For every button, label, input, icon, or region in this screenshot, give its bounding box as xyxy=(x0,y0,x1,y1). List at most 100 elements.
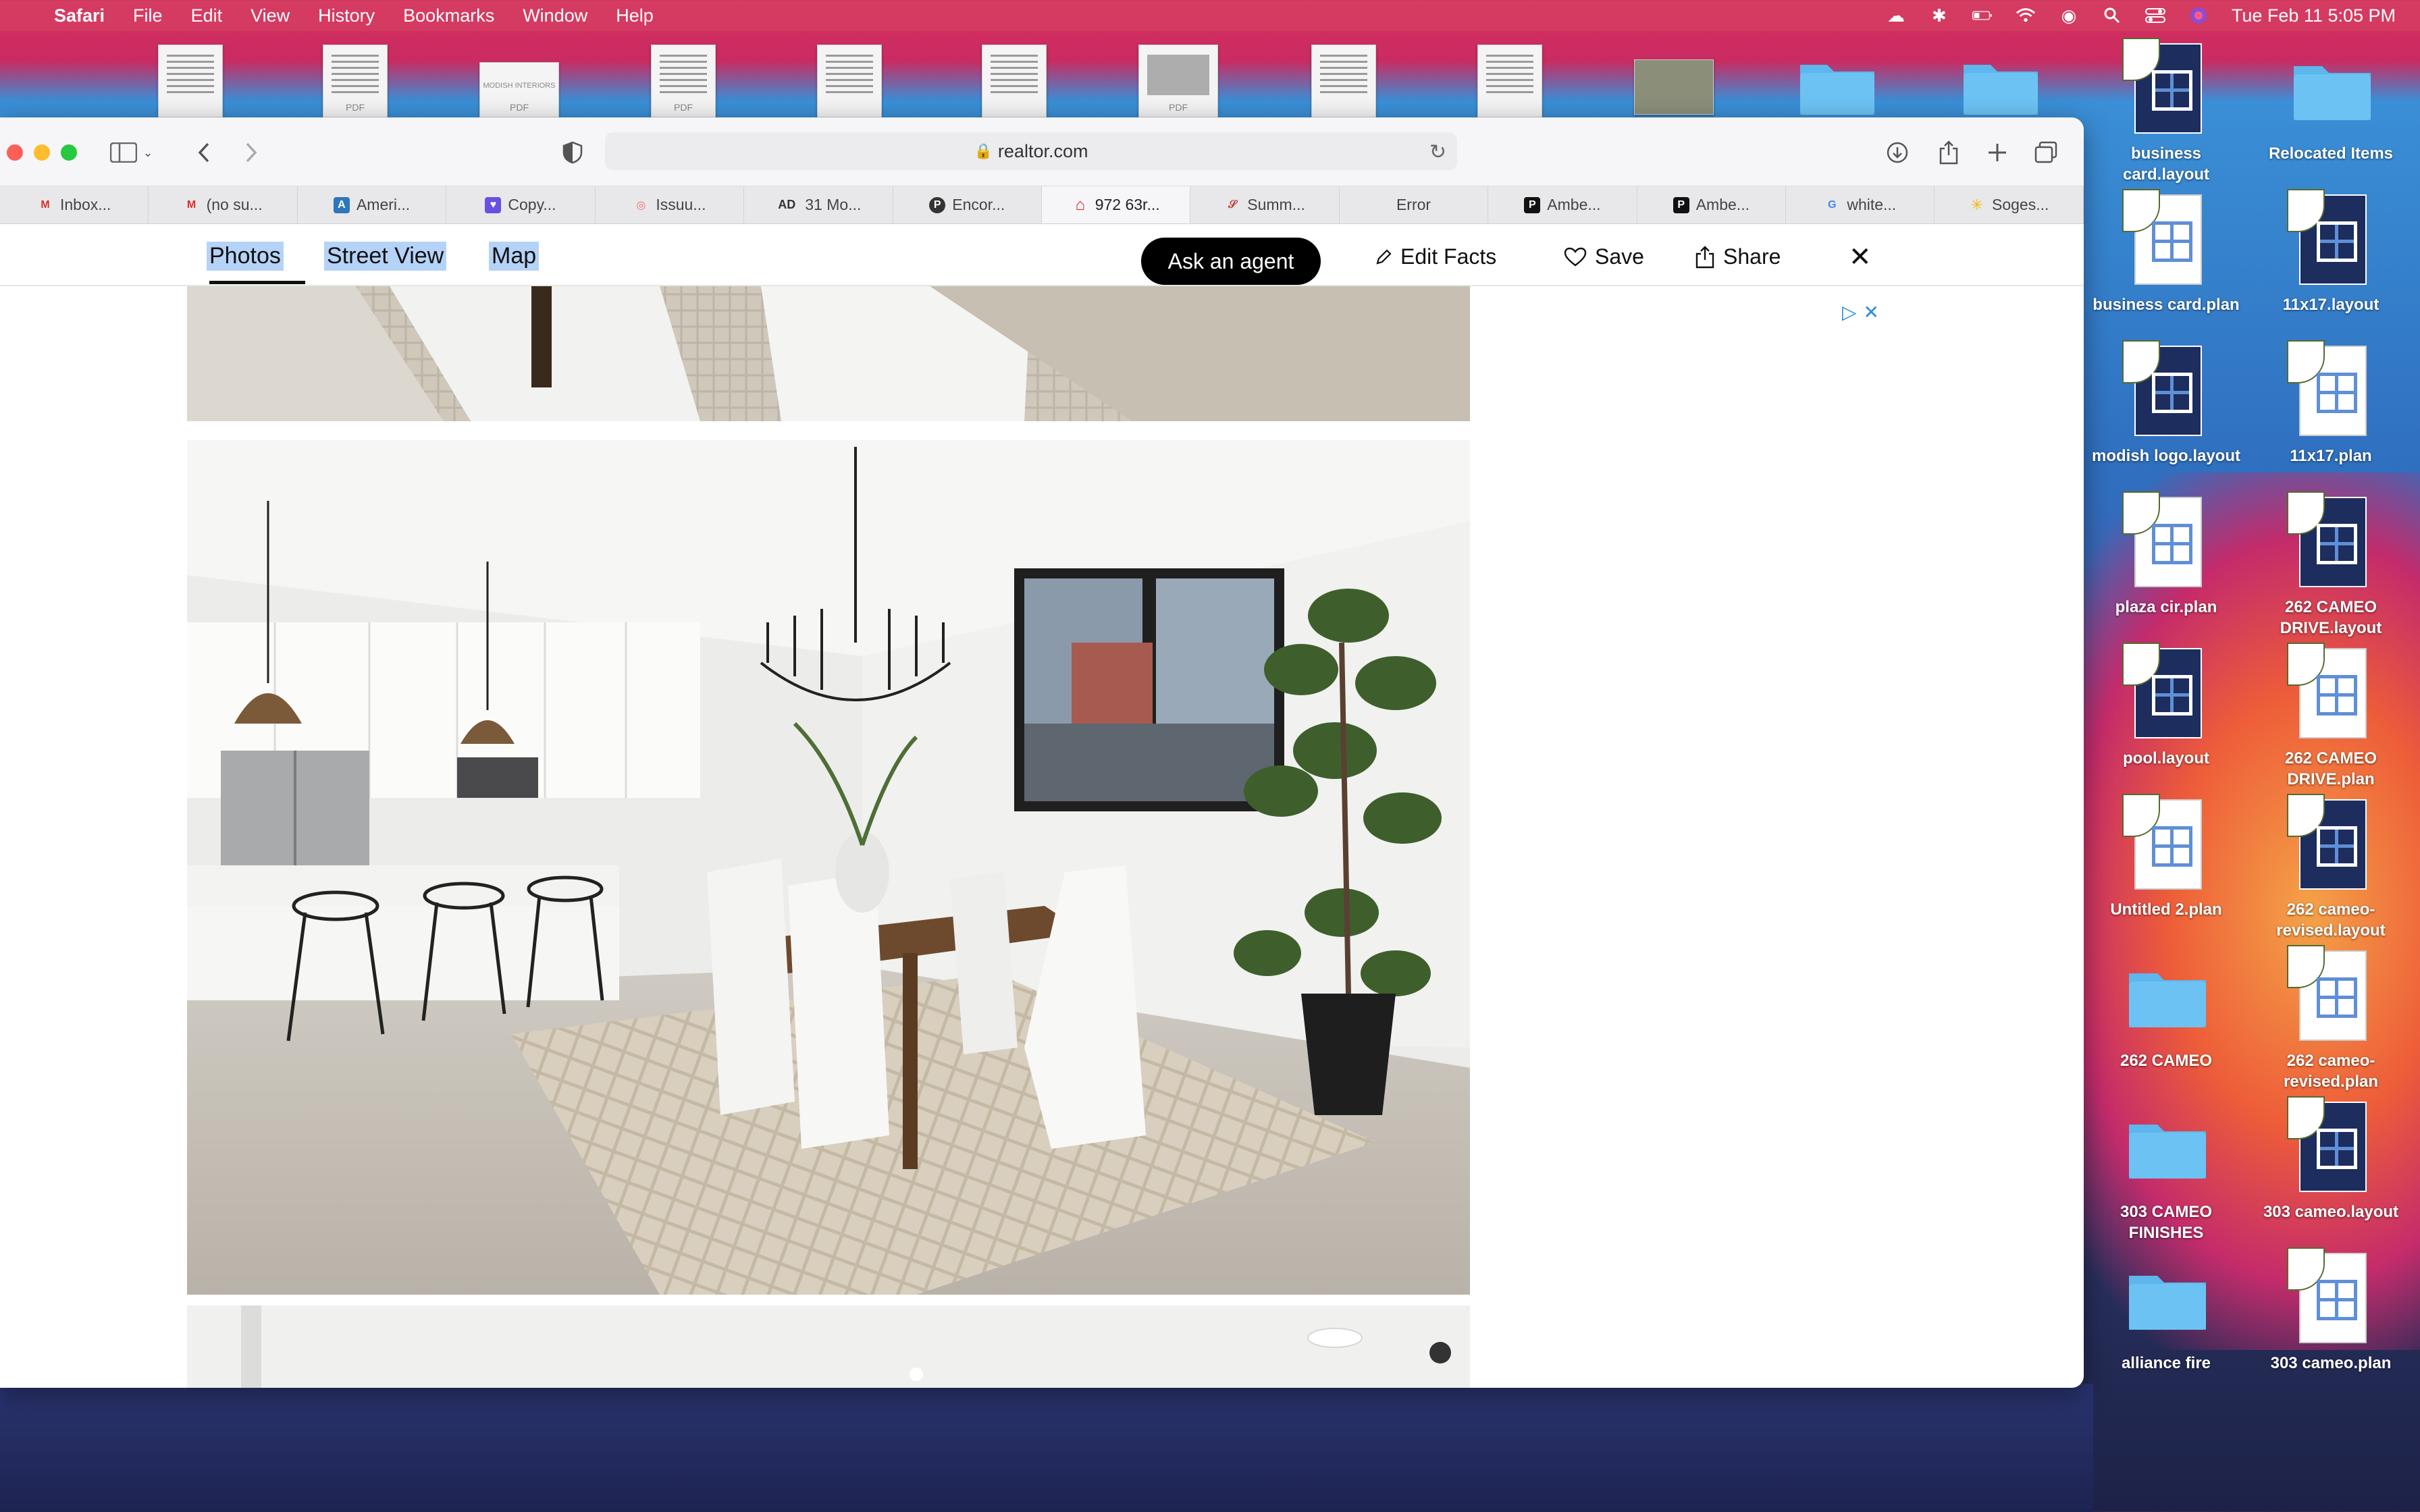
desktop-thumbnail-doc[interactable] xyxy=(158,45,223,117)
wifi-icon[interactable] xyxy=(2016,7,2036,24)
close-icon[interactable]: ✕ xyxy=(1849,242,1872,273)
minimize-window-button[interactable] xyxy=(34,144,50,161)
desktop-icon-plan[interactable]: 262 CAMEO DRIVE.plan xyxy=(2251,643,2411,790)
desktop-icon-folder[interactable]: Relocated Items xyxy=(2251,38,2411,164)
desktop-icon-layout[interactable]: 11x17.layout xyxy=(2251,189,2411,315)
desktop-icon-layout[interactable]: modish logo.layout xyxy=(2086,340,2246,466)
menu-help[interactable]: Help xyxy=(616,5,654,26)
tab-google[interactable]: Gwhite... xyxy=(1786,186,1935,223)
tab-amber-2[interactable]: P Ambe... xyxy=(1637,186,1787,223)
street-view-tab[interactable]: Street View xyxy=(324,242,447,271)
tab-amber-1[interactable]: P Ambe... xyxy=(1488,186,1637,223)
ad-choices-icon[interactable]: ▷ xyxy=(1842,301,1857,323)
tab-summary[interactable]: 𝒮 Summ... xyxy=(1190,186,1340,223)
back-button[interactable] xyxy=(190,138,217,167)
desktop-icon-folder[interactable]: alliance fire xyxy=(2086,1247,2246,1374)
map-tab[interactable]: Map xyxy=(489,242,540,271)
desktop-icon-layout[interactable]: 262 CAMEO DRIVE.layout xyxy=(2251,491,2411,639)
new-tab-icon[interactable] xyxy=(1984,138,2011,167)
menu-window[interactable]: Window xyxy=(523,5,587,26)
desktop-thumbnail-doc[interactable] xyxy=(982,45,1047,117)
folder-icon[interactable] xyxy=(1961,55,2041,117)
menu-bookmarks[interactable]: Bookmarks xyxy=(403,5,494,26)
desktop-icon-label: Relocated Items xyxy=(2268,144,2394,163)
tab-walmart[interactable]: ✳ Soges... xyxy=(1935,186,2084,223)
desktop-icon-label: business card.plan xyxy=(2093,296,2240,314)
address-bar[interactable]: 🔒 realtor.com ↻ xyxy=(605,132,1457,170)
tab-amex[interactable]: A Ameri... xyxy=(298,186,447,223)
listing-nav-bar: Photos Street View Map Ask an agent Edit… xyxy=(0,224,2084,286)
tab-realtor[interactable]: ⌂ 972 63r... xyxy=(1041,186,1191,223)
listing-photo[interactable] xyxy=(187,1305,1470,1388)
desktop-icon-folder[interactable]: 262 CAMEO xyxy=(2086,945,2246,1071)
tab-gmail-no-subject[interactable]: M (no su... xyxy=(149,186,298,223)
desktop-icon-label: 303 CAMEO FINISHES xyxy=(2120,1203,2213,1242)
reload-icon[interactable]: ↻ xyxy=(1429,140,1446,164)
desktop-icon-layout[interactable]: 303 cameo.layout xyxy=(2251,1096,2411,1222)
desktop-icon-plan[interactable]: business card.plan xyxy=(2086,189,2246,315)
desktop-icon-plan[interactable]: 262 cameo-revised.plan xyxy=(2251,945,2411,1092)
menu-edit[interactable]: Edit xyxy=(191,5,223,26)
tab-gmail-inbox[interactable]: M Inbox... xyxy=(0,186,149,223)
downloads-icon[interactable] xyxy=(1884,138,1911,167)
spotlight-search-icon[interactable] xyxy=(2102,7,2122,24)
forward-button[interactable] xyxy=(238,138,265,167)
ask-an-agent-button[interactable]: Ask an agent xyxy=(1141,238,1321,285)
copy-icon: ♥ xyxy=(485,196,502,213)
ad-choices[interactable]: ▷ ✕ xyxy=(1842,301,1879,323)
wallpaper-bottom xyxy=(0,1384,2093,1512)
battery-icon[interactable] xyxy=(1972,7,1993,24)
photos-tab[interactable]: Photos xyxy=(207,242,284,271)
desktop-icon-plan[interactable]: plaza cir.plan xyxy=(2086,491,2246,618)
desktop-icon-plan[interactable]: 303 cameo.plan xyxy=(2251,1247,2411,1374)
creative-cloud-icon[interactable]: ☁ xyxy=(1886,5,1906,26)
menu-view[interactable]: View xyxy=(251,5,290,26)
tab-copy[interactable]: ♥ Copy... xyxy=(446,186,596,223)
desktop-icon-folder[interactable]: 303 CAMEO FINISHES xyxy=(2086,1096,2246,1243)
share-toolbar-icon[interactable] xyxy=(1935,138,1962,167)
listing-photo-dining-room[interactable] xyxy=(187,440,1470,1295)
zoom-window-button[interactable] xyxy=(61,144,77,161)
tab-pinterest[interactable]: P Encor... xyxy=(893,186,1042,223)
desktop-thumbnail-doc[interactable] xyxy=(1311,45,1376,117)
tab-ad[interactable]: AD 31 Mo... xyxy=(744,186,893,223)
save-button[interactable]: Save xyxy=(1564,244,1644,269)
tab-overview-icon[interactable] xyxy=(2032,138,2059,167)
menubar-datetime[interactable]: Tue Feb 11 5:05 PM xyxy=(2232,5,2396,26)
bluetooth-icon[interactable]: ✱ xyxy=(1929,5,1949,26)
chevron-down-icon[interactable]: ⌄ xyxy=(142,146,153,160)
desktop-thumbnail-pdf[interactable]: PDF xyxy=(1138,45,1218,117)
ad-icon: AD xyxy=(778,198,796,211)
siri-icon[interactable] xyxy=(2188,7,2209,24)
control-center-icon[interactable] xyxy=(2145,7,2165,24)
menu-app-name[interactable]: Safari xyxy=(54,5,105,26)
close-window-button[interactable] xyxy=(7,144,23,161)
menu-bar: Safari File Edit View History Bookmarks … xyxy=(0,0,2420,31)
desktop-icon-plan[interactable]: 11x17.plan xyxy=(2251,340,2411,466)
ad-close-icon[interactable]: ✕ xyxy=(1864,301,1879,323)
share-button[interactable]: Share xyxy=(1695,244,1781,269)
desktop-icon-layout[interactable]: pool.layout xyxy=(2086,643,2246,769)
desktop-icon-layout[interactable]: 262 cameo-revised.layout xyxy=(2251,794,2411,941)
folder-icon[interactable] xyxy=(1797,55,1877,117)
tab-issuu[interactable]: ◎ Issuu... xyxy=(596,186,745,223)
edit-facts-button[interactable]: Edit Facts xyxy=(1375,244,1496,269)
user-account-icon[interactable]: ◉ xyxy=(2059,5,2079,26)
desktop-icon-label: 303 cameo.layout xyxy=(2263,1203,2399,1221)
desktop-thumbnail-pdf[interactable]: PDF xyxy=(651,45,716,117)
desktop-thumbnail-pdf[interactable]: PDF xyxy=(323,45,388,117)
menu-file[interactable]: File xyxy=(133,5,163,26)
tab-error[interactable]: Error xyxy=(1340,186,1489,223)
listing-photo[interactable] xyxy=(187,286,1470,421)
menu-history[interactable]: History xyxy=(318,5,375,26)
desktop-icon-plan[interactable]: Untitled 2.plan xyxy=(2086,794,2246,920)
desktop-thumbnail-photo[interactable] xyxy=(1634,59,1714,115)
desktop-thumbnail-doc[interactable] xyxy=(817,45,882,117)
desktop-icon-layout[interactable]: business card.layout xyxy=(2086,38,2246,185)
desktop-icon-label: pool.layout xyxy=(2123,749,2209,767)
walmart-icon: ✳ xyxy=(1970,196,1984,213)
desktop-thumbnail-doc[interactable] xyxy=(1477,45,1542,117)
privacy-shield-icon[interactable] xyxy=(559,138,586,167)
desktop-thumbnail-modish-pdf[interactable]: MODISH INTERIORS PDF xyxy=(479,62,559,117)
sidebar-toggle-icon[interactable]: ⌄ xyxy=(108,138,155,167)
